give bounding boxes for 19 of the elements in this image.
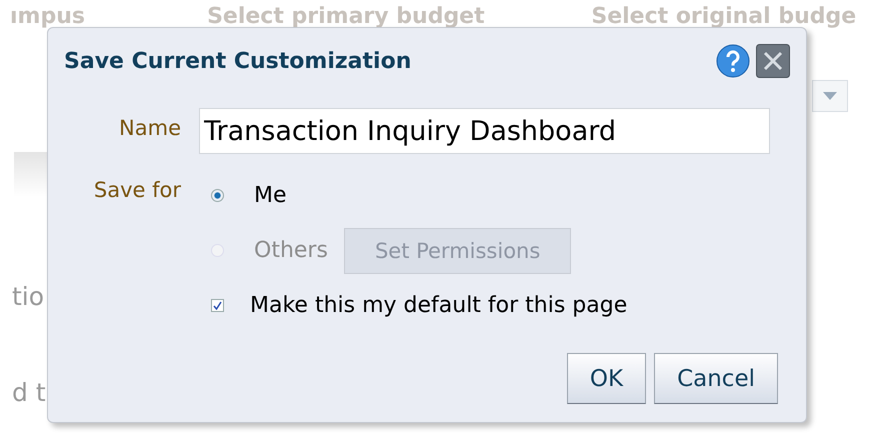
help-icon[interactable] — [716, 44, 750, 78]
column-heading: Select primary budget — [207, 4, 486, 29]
radio-label: Me — [254, 183, 287, 208]
save-for-label: Save for — [94, 177, 181, 204]
close-icon[interactable] — [756, 44, 790, 78]
column-heading: ımpus — [9, 4, 86, 29]
radio-label: Others — [254, 238, 328, 263]
page-text: d t — [12, 378, 46, 407]
checkbox-label: Make this my default for this page — [250, 293, 628, 318]
name-field[interactable]: Transaction Inquiry Dashboard — [199, 108, 770, 154]
dialog-title: Save Current Customization — [64, 48, 412, 74]
column-heading: Select original budge — [591, 4, 858, 29]
ok-button[interactable]: OK — [566, 353, 646, 404]
radio-button[interactable] — [211, 189, 224, 202]
cancel-button[interactable]: Cancel — [654, 353, 778, 404]
caret-icon — [823, 92, 837, 100]
page-text: tio — [12, 282, 44, 311]
name-label: Name — [119, 115, 181, 142]
checkbox[interactable] — [211, 299, 224, 312]
